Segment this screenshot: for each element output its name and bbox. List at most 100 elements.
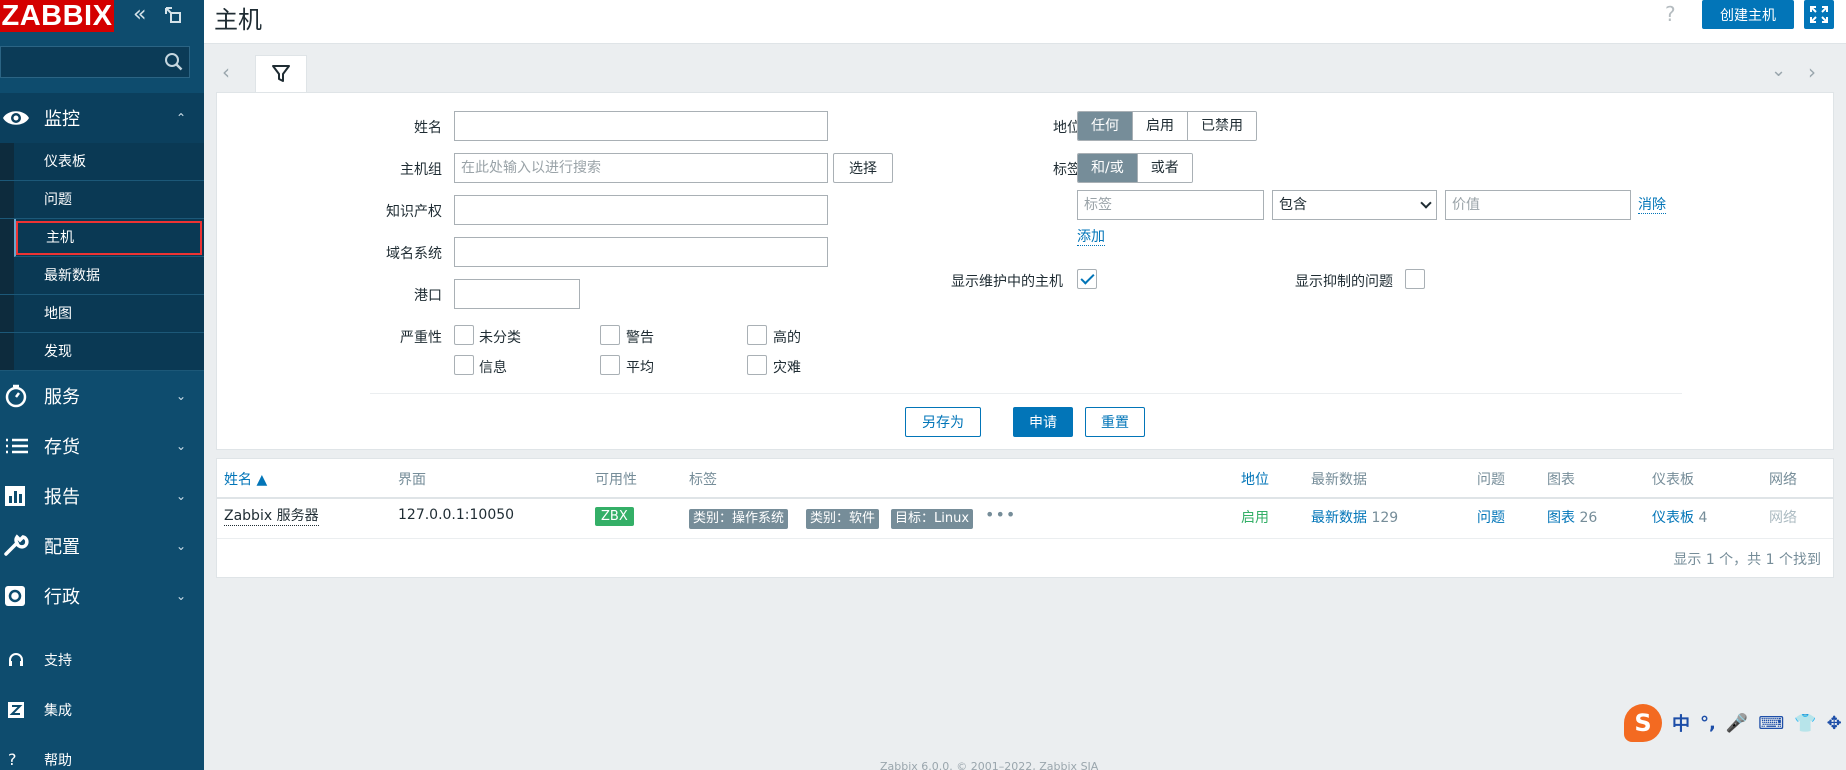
severity-average-checkbox[interactable] <box>600 355 620 375</box>
tags-or[interactable]: 或者 <box>1137 154 1192 182</box>
menu-monitoring-label: 监控 <box>44 109 80 130</box>
apply-button[interactable]: 申请 <box>1013 407 1073 437</box>
tag-add-link[interactable]: 添加 <box>1077 229 1105 246</box>
submenu-problems[interactable]: 问题 <box>0 181 204 219</box>
menu-integrations[interactable]: 集成 <box>0 690 204 730</box>
save-as-button[interactable]: 另存为 <box>905 407 981 437</box>
dashboards-link[interactable]: 仪表板 4 <box>1652 507 1707 527</box>
menu-support[interactable]: 支持 <box>0 640 204 680</box>
sidebar: ZABBIX « 监控 ⌃ 仪表板 问题 主机 最新数据 地图 发现 服务 ⌄ … <box>0 0 204 770</box>
sogou-logo[interactable]: S <box>1624 704 1662 742</box>
submenu-hosts[interactable]: 主机 <box>14 219 204 257</box>
filter-tab[interactable] <box>255 55 307 93</box>
severity-information-label: 信息 <box>479 360 507 376</box>
availability-badge[interactable]: ZBX <box>595 507 634 526</box>
logo-row: ZABBIX « <box>0 0 204 34</box>
menu-administration[interactable]: 行政 ⌄ <box>0 571 204 621</box>
menu-inventory[interactable]: 存货 ⌄ <box>0 421 204 471</box>
menu-services[interactable]: 服务 ⌄ <box>0 371 204 421</box>
problems-link[interactable]: 问题 <box>1477 507 1505 527</box>
col-status[interactable]: 地位 <box>1241 469 1269 489</box>
tag-value-input[interactable] <box>1445 190 1631 220</box>
host-name-link[interactable]: Zabbix 服务器 <box>224 507 319 526</box>
help-icon[interactable]: ? <box>1665 2 1676 26</box>
filter-next-icon[interactable]: › <box>1808 60 1816 84</box>
sidebar-search[interactable] <box>0 46 190 78</box>
menu-monitoring[interactable]: 监控 ⌃ <box>0 93 204 143</box>
table-stats: 显示 1 个，共 1 个找到 <box>1673 552 1821 568</box>
severity-high-checkbox[interactable] <box>747 325 767 345</box>
fullscreen-button[interactable] <box>1804 0 1834 29</box>
status-disabled[interactable]: 已禁用 <box>1188 112 1256 140</box>
monitoring-submenu: 仪表板 问题 主机 最新数据 地图 发现 <box>0 143 204 371</box>
col-name[interactable]: 姓名 ▲ <box>224 469 267 489</box>
severity-disaster-checkbox[interactable] <box>747 355 767 375</box>
severity-not-classified-label: 未分类 <box>479 330 521 346</box>
severity-not-classified-checkbox[interactable] <box>454 325 474 345</box>
port-input[interactable] <box>454 279 580 309</box>
eye-icon <box>3 111 29 125</box>
filter-collapse-icon[interactable]: ⌄ <box>1771 60 1786 81</box>
submenu-maps[interactable]: 地图 <box>0 295 204 333</box>
graphs-link[interactable]: 图表 26 <box>1547 507 1597 527</box>
filter-prev-icon[interactable]: ‹ <box>222 60 238 84</box>
wrench-icon <box>4 534 29 556</box>
ip-input[interactable] <box>454 195 828 225</box>
skin-icon[interactable]: 👕 <box>1794 713 1816 734</box>
menu-configuration[interactable]: 配置 ⌄ <box>0 521 204 571</box>
host-tag[interactable]: 类别：操作系统 <box>689 509 789 529</box>
collapse-sidebar-icon[interactable]: « <box>133 4 155 28</box>
keyboard-icon[interactable]: ⌨ <box>1758 713 1784 734</box>
zabbix-logo[interactable]: ZABBIX <box>0 0 114 32</box>
host-tag[interactable]: 目标：Linux <box>891 509 974 529</box>
chevron-down-icon: ⌄ <box>175 389 186 403</box>
dashboards-label: 仪表板 <box>1652 510 1694 526</box>
tag-remove-link[interactable]: 消除 <box>1638 197 1666 214</box>
microphone-icon[interactable]: 🎤 <box>1726 713 1748 734</box>
chevron-down-icon: ⌄ <box>175 539 186 553</box>
host-tag[interactable]: 类别：软件 <box>806 509 880 529</box>
create-host-button[interactable]: 创建主机 <box>1702 0 1794 29</box>
table-row-divider <box>217 538 1833 539</box>
kiosk-mode-icon[interactable] <box>164 6 182 24</box>
show-maintenance-checkbox[interactable] <box>1077 269 1097 289</box>
toolbox-icon[interactable]: ✥ <box>1827 713 1842 734</box>
show-suppressed-label: 显示抑制的问题 <box>1295 274 1393 290</box>
hostgroup-label: 主机组 <box>400 162 442 178</box>
chevron-down-icon: ⌄ <box>175 489 186 503</box>
reset-button[interactable]: 重置 <box>1085 407 1145 437</box>
tags-evaltype-toggle[interactable]: 和/或 或者 <box>1077 153 1193 183</box>
host-status[interactable]: 启用 <box>1241 507 1269 527</box>
sidebar-search-input[interactable] <box>1 47 156 77</box>
show-suppressed-checkbox[interactable] <box>1405 269 1425 289</box>
severity-information-checkbox[interactable] <box>454 355 474 375</box>
menu-help[interactable]: ? 帮助 <box>0 740 204 770</box>
severity-warning-checkbox[interactable] <box>600 325 620 345</box>
gear-icon <box>5 586 25 606</box>
status-any[interactable]: 任何 <box>1078 112 1133 140</box>
search-icon[interactable] <box>164 52 184 72</box>
submenu-discovery[interactable]: 发现 <box>0 333 204 371</box>
menu-reports[interactable]: 报告 ⌄ <box>0 471 204 521</box>
hostgroup-input[interactable] <box>454 153 828 183</box>
name-label: 姓名 <box>414 120 442 136</box>
status-toggle[interactable]: 任何 启用 已禁用 <box>1077 111 1257 141</box>
filter-divider <box>370 393 1682 394</box>
ime-chinese-mode[interactable]: 中 <box>1672 710 1690 736</box>
more-tags-icon[interactable]: ••• <box>985 505 1016 524</box>
submenu-dashboard[interactable]: 仪表板 <box>0 143 204 181</box>
hostgroup-select-button[interactable]: 选择 <box>833 153 893 183</box>
latest-data-link[interactable]: 最新数据 129 <box>1311 507 1398 527</box>
tags-and-or[interactable]: 和/或 <box>1078 154 1138 182</box>
chevron-down-icon: ⌄ <box>175 439 186 453</box>
submenu-latest-data[interactable]: 最新数据 <box>0 257 204 295</box>
col-graphs: 图表 <box>1547 472 1575 488</box>
col-tags: 标签 <box>689 472 717 488</box>
chevron-down-icon <box>1420 197 1432 209</box>
tag-operator-select[interactable]: 包含 <box>1272 190 1437 220</box>
status-enabled[interactable]: 启用 <box>1133 112 1188 140</box>
tag-name-input[interactable] <box>1077 190 1264 220</box>
name-input[interactable] <box>454 111 828 141</box>
dns-input[interactable] <box>454 237 828 267</box>
ime-punctuation[interactable]: °, <box>1700 713 1716 734</box>
